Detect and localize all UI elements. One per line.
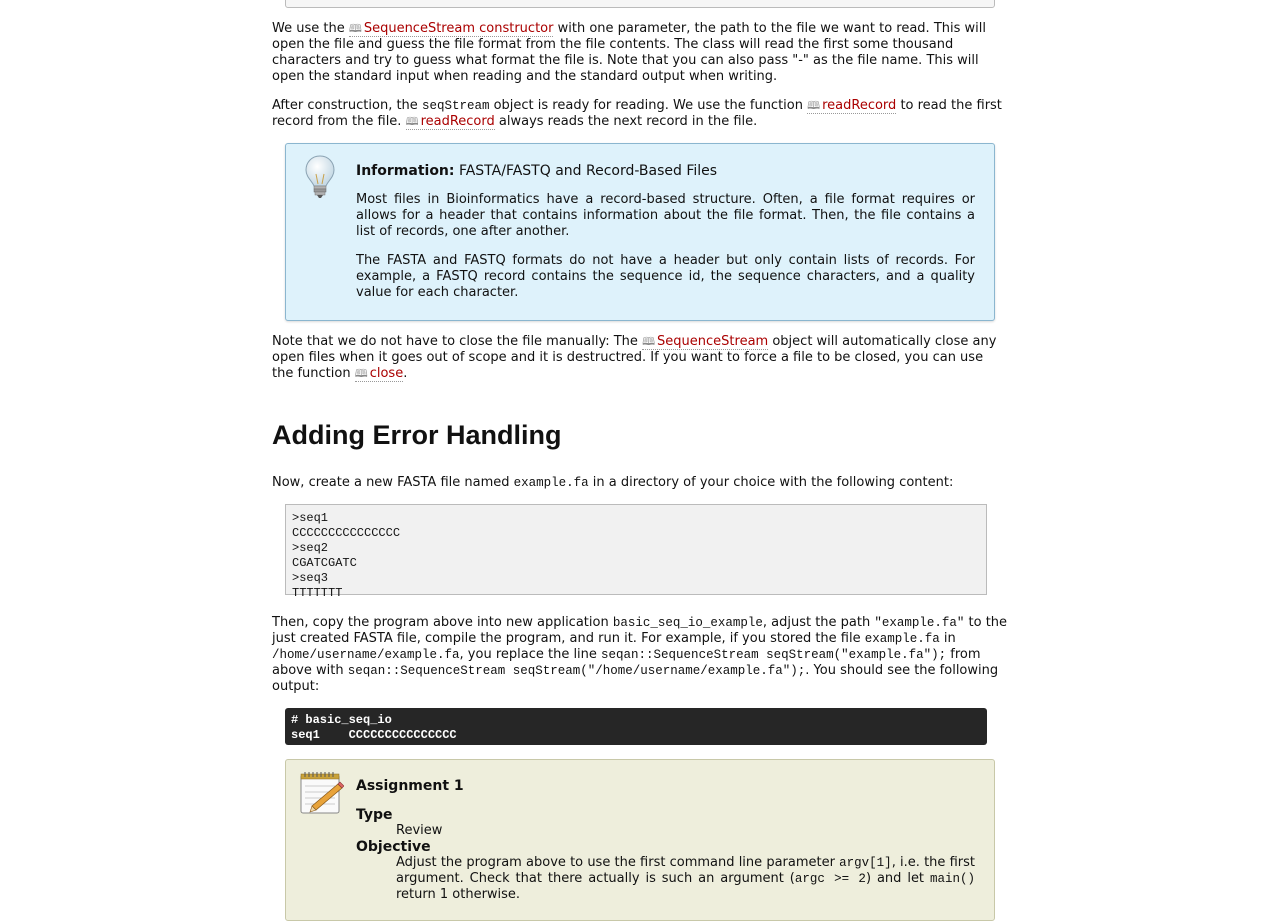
inline-code: example.fa <box>864 632 940 646</box>
book-icon: 🕮 <box>348 22 362 35</box>
inline-code: basic_seq_io_example <box>612 616 763 630</box>
assignment-type-value: Review <box>396 823 443 838</box>
assignment-objective-label: Objective <box>356 839 431 855</box>
inline-code: /home/username/example.fa <box>272 648 460 662</box>
book-icon: 🕮 <box>354 367 368 380</box>
information-box: Information: FASTA/FASTQ and Record-Base… <box>285 143 995 321</box>
text: Adjust the program above to use the firs… <box>396 855 840 870</box>
assignment-objective-value: Adjust the program above to use the firs… <box>396 855 975 903</box>
assignment-title: Assignment 1 <box>356 778 464 794</box>
assignment-box: Assignment 1 Type Review Objective Adjus… <box>285 759 995 921</box>
text: After construction, the <box>272 98 422 113</box>
lightbulb-icon <box>305 155 335 198</box>
information-paragraph: The FASTA and FASTQ formats do not have … <box>356 253 975 300</box>
text: . <box>403 366 408 381</box>
text: Note that we do not have to close the fi… <box>272 334 643 349</box>
link-label: close <box>369 366 404 381</box>
book-icon: 🕮 <box>405 115 419 128</box>
information-title: Information: <box>356 163 455 179</box>
close-link[interactable]: 🕮 close <box>354 366 404 382</box>
inline-code: seqStream <box>421 99 490 113</box>
text: , adjust the path <box>762 615 875 630</box>
text: return 1 otherwise. <box>396 887 521 902</box>
book-icon: 🕮 <box>807 99 821 112</box>
notepad-pencil-icon <box>300 772 344 814</box>
text: ) and let <box>865 871 930 886</box>
inline-code: seqan::SequenceStream seqStream("/home/u… <box>347 664 806 678</box>
book-icon: 🕮 <box>642 335 656 348</box>
inline-code: "example.fa" <box>874 616 965 630</box>
inline-code: example.fa <box>513 476 589 490</box>
readrecord-link[interactable]: 🕮 readRecord <box>807 98 897 114</box>
paragraph-run-program: Then, copy the program above into new ap… <box>272 615 1008 695</box>
previous-code-block <box>285 0 995 8</box>
text: Then, copy the program above into new ap… <box>272 615 613 630</box>
information-paragraph: Most files in Bioinformatics have a reco… <box>356 192 975 239</box>
text: object is ready for reading. We use the … <box>489 98 808 113</box>
assignment-body: Assignment 1 Type Review Objective Adjus… <box>356 778 975 903</box>
inline-code: argv[1] <box>839 856 892 870</box>
sequencestream-constructor-link[interactable]: 🕮 SequenceStream constructor <box>348 21 554 37</box>
information-body: Information: FASTA/FASTQ and Record-Base… <box>356 163 975 301</box>
text: always reads the next record in the file… <box>494 114 758 129</box>
assignment-type-label: Type <box>356 807 393 823</box>
readrecord-link-2[interactable]: 🕮 readRecord <box>405 114 495 130</box>
text: We use the <box>272 21 349 36</box>
sequencestream-link[interactable]: 🕮 SequenceStream <box>642 334 769 350</box>
link-label: SequenceStream constructor <box>363 21 554 36</box>
paragraph-close-file: Note that we do not have to close the fi… <box>272 334 1008 382</box>
paragraph-read-record: After construction, the seqStream object… <box>272 98 1008 130</box>
text: in <box>939 631 956 646</box>
paragraph-sequencestream-intro: We use the 🕮 SequenceStream constructor w… <box>272 21 1008 85</box>
inline-code: argc >= 2 <box>794 872 866 886</box>
fasta-code-block: >seq1 CCCCCCCCCCCCCCC >seq2 CGATCGATC >s… <box>285 504 987 600</box>
text: in a directory of your choice with the f… <box>588 475 954 490</box>
inline-code: main() <box>929 872 975 886</box>
paragraph-create-fasta: Now, create a new FASTA file named examp… <box>272 475 1008 491</box>
information-subtitle: FASTA/FASTQ and Record-Based Files <box>458 163 718 179</box>
link-label: readRecord <box>822 98 897 113</box>
information-heading: Information: FASTA/FASTQ and Record-Base… <box>356 163 975 180</box>
section-heading: Adding Error Handling <box>272 420 562 450</box>
inline-code: seqan::SequenceStream seqStream("example… <box>601 648 947 662</box>
text: Now, create a new FASTA file named <box>272 475 514 490</box>
text: , you replace the line <box>459 647 602 662</box>
assignment-details: Type Review Objective Adjust the program… <box>356 807 975 903</box>
link-label: readRecord <box>420 114 495 129</box>
terminal-output: # basic_seq_io seq1 CCCCCCCCCCCCCCC <box>285 708 987 745</box>
link-label: SequenceStream <box>657 334 769 349</box>
